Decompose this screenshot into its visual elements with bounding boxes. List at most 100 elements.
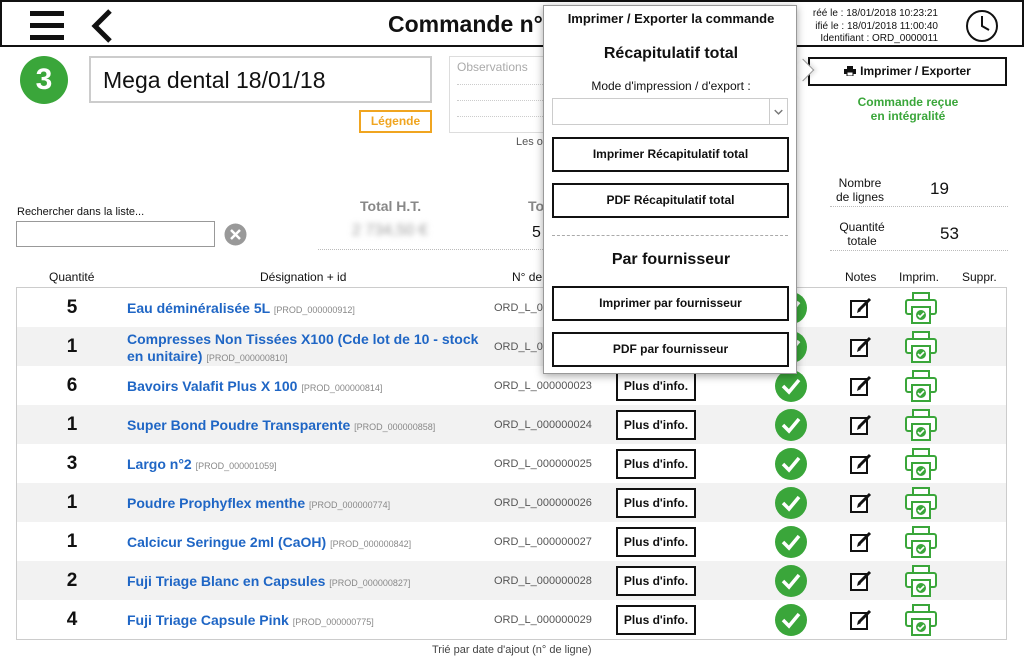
print-export-button[interactable]: Imprimer / Exporter (808, 57, 1007, 86)
total-quantity-label: Quantité totale (836, 220, 888, 248)
mode-select[interactable] (552, 98, 788, 125)
edit-note-icon[interactable] (849, 530, 873, 554)
product-name-link[interactable]: Calcicur Seringue 2ml (CaOH) (127, 534, 326, 550)
order-status: Commande reçue en intégralité (850, 95, 966, 123)
print-line-icon[interactable] (904, 526, 938, 558)
product-name-link[interactable]: Fuji Triage Capsule Pink (127, 612, 289, 628)
received-check-icon[interactable] (774, 603, 808, 637)
order-name-field[interactable]: Mega dental 18/01/18 (89, 56, 432, 103)
clear-search-icon[interactable] (224, 223, 247, 246)
product-name-link[interactable]: Eau déminéralisée 5L (127, 300, 270, 316)
more-info-button[interactable]: Plus d'info. (616, 605, 696, 635)
column-header-delete: Suppr. (962, 270, 997, 284)
clock-icon[interactable] (965, 9, 999, 43)
received-check-icon[interactable] (774, 486, 808, 520)
row-designation[interactable]: Largo n°2 [PROD_000001059] (127, 456, 497, 475)
more-info-button[interactable]: Plus d'info. (616, 371, 696, 401)
edit-note-icon[interactable] (849, 569, 873, 593)
print-export-popup: Imprimer / Exporter la commande Récapitu… (543, 5, 797, 374)
product-name-link[interactable]: Compresses Non Tissées X100 (Cde lot de … (127, 331, 478, 364)
column-header-print: Imprim. (899, 270, 939, 284)
print-recap-button[interactable]: Imprimer Récapitulatif total (552, 137, 789, 172)
received-check-icon[interactable] (774, 369, 808, 403)
received-check-icon[interactable] (774, 564, 808, 598)
print-line-icon[interactable] (904, 292, 938, 324)
product-name-link[interactable]: Fuji Triage Blanc en Capsules (127, 573, 325, 589)
table-row: 3 Largo n°2 [PROD_000001059] ORD_L_0000000… (17, 444, 1006, 483)
more-info-button[interactable]: Plus d'info. (616, 527, 696, 557)
product-name-link[interactable]: Super Bond Poudre Transparente (127, 417, 350, 433)
row-quantity[interactable]: 1 (57, 414, 87, 436)
table-row: 6 Bavoirs Valafit Plus X 100 [PROD_000000… (17, 366, 1006, 405)
row-designation[interactable]: Bavoirs Valafit Plus X 100 [PROD_0000008… (127, 378, 497, 397)
row-quantity[interactable]: 2 (57, 570, 87, 592)
row-designation[interactable]: Compresses Non Tissées X100 (Cde lot de … (127, 331, 497, 367)
row-quantity[interactable]: 6 (57, 375, 87, 397)
edit-note-icon[interactable] (849, 608, 873, 632)
totals-divider (318, 249, 543, 250)
row-designation[interactable]: Super Bond Poudre Transparente [PROD_000… (127, 417, 497, 436)
more-info-button[interactable]: Plus d'info. (616, 410, 696, 440)
stats-divider (830, 206, 1008, 207)
row-designation[interactable]: Fuji Triage Blanc en Capsules [PROD_0000… (127, 573, 497, 592)
order-line-number: ORD_L_000000028 (494, 575, 592, 587)
row-quantity[interactable]: 3 (57, 453, 87, 475)
pdf-recap-button[interactable]: PDF Récapitulatif total (552, 183, 789, 218)
row-quantity[interactable]: 4 (57, 609, 87, 631)
print-line-icon[interactable] (904, 331, 938, 363)
column-header-designation: Désignation + id (260, 270, 347, 284)
row-designation[interactable]: Calcicur Seringue 2ml (CaOH) [PROD_00000… (127, 534, 497, 553)
edit-note-icon[interactable] (849, 413, 873, 437)
print-line-icon[interactable] (904, 448, 938, 480)
back-arrow-icon[interactable] (88, 8, 118, 44)
hamburger-menu-icon[interactable] (30, 11, 64, 41)
order-line-number: ORD_L_000000027 (494, 536, 592, 548)
total-ht-value: 2 734,50 € (352, 222, 428, 239)
received-check-icon[interactable] (774, 447, 808, 481)
product-name-link[interactable]: Poudre Prophyflex menthe (127, 495, 305, 511)
legend-button[interactable]: Légende (359, 110, 432, 133)
edit-note-icon[interactable] (849, 452, 873, 476)
print-line-icon[interactable] (904, 370, 938, 402)
search-input[interactable] (16, 221, 215, 247)
row-designation[interactable]: Eau déminéralisée 5L [PROD_000000912] (127, 300, 497, 319)
print-line-icon[interactable] (904, 487, 938, 519)
row-quantity[interactable]: 1 (57, 531, 87, 553)
total-ttc-value: 5 (532, 224, 541, 241)
more-info-button[interactable]: Plus d'info. (616, 488, 696, 518)
table-row: 1 Compresses Non Tissées X100 (Cde lot de… (17, 327, 1006, 366)
edit-note-icon[interactable] (849, 296, 873, 320)
product-id: [PROD_000000827] (329, 578, 411, 588)
edit-note-icon[interactable] (849, 374, 873, 398)
print-line-icon[interactable] (904, 604, 938, 636)
popup-title: Imprimer / Exporter la commande (567, 11, 775, 26)
created-date: réé le : 18/01/2018 10:23:21 (812, 8, 938, 19)
row-quantity[interactable]: 1 (57, 492, 87, 514)
row-quantity[interactable]: 5 (57, 297, 87, 319)
pdf-supplier-button[interactable]: PDF par fournisseur (552, 332, 789, 367)
order-line-number: ORD_L_000000024 (494, 419, 592, 431)
received-check-icon[interactable] (774, 525, 808, 559)
product-id: [PROD_000000810] (206, 353, 288, 363)
edit-note-icon[interactable] (849, 491, 873, 515)
print-line-icon[interactable] (904, 565, 938, 597)
received-check-icon[interactable] (774, 408, 808, 442)
more-info-button[interactable]: Plus d'info. (616, 566, 696, 596)
top-bar: Commande n° réé le : 18/01/2018 10:23:21… (0, 0, 1024, 47)
product-name-link[interactable]: Bavoirs Valafit Plus X 100 (127, 378, 297, 394)
search-label: Rechercher dans la liste... (17, 206, 145, 218)
product-id: [PROD_000001059] (195, 461, 277, 471)
product-id: [PROD_000000814] (301, 383, 383, 393)
edit-note-icon[interactable] (849, 335, 873, 359)
more-info-button[interactable]: Plus d'info. (616, 449, 696, 479)
row-designation[interactable]: Poudre Prophyflex menthe [PROD_000000774… (127, 495, 497, 514)
table-row: 5 Eau déminéralisée 5L [PROD_000000912] OR… (17, 288, 1006, 327)
print-export-label: Imprimer / Exporter (860, 64, 971, 78)
row-quantity[interactable]: 1 (57, 336, 87, 358)
supplier-section-title: Par fournisseur (611, 251, 731, 268)
product-id: [PROD_000000858] (354, 422, 436, 432)
row-designation[interactable]: Fuji Triage Capsule Pink [PROD_000000775… (127, 612, 497, 631)
product-name-link[interactable]: Largo n°2 (127, 456, 192, 472)
print-supplier-button[interactable]: Imprimer par fournisseur (552, 286, 789, 321)
print-line-icon[interactable] (904, 409, 938, 441)
